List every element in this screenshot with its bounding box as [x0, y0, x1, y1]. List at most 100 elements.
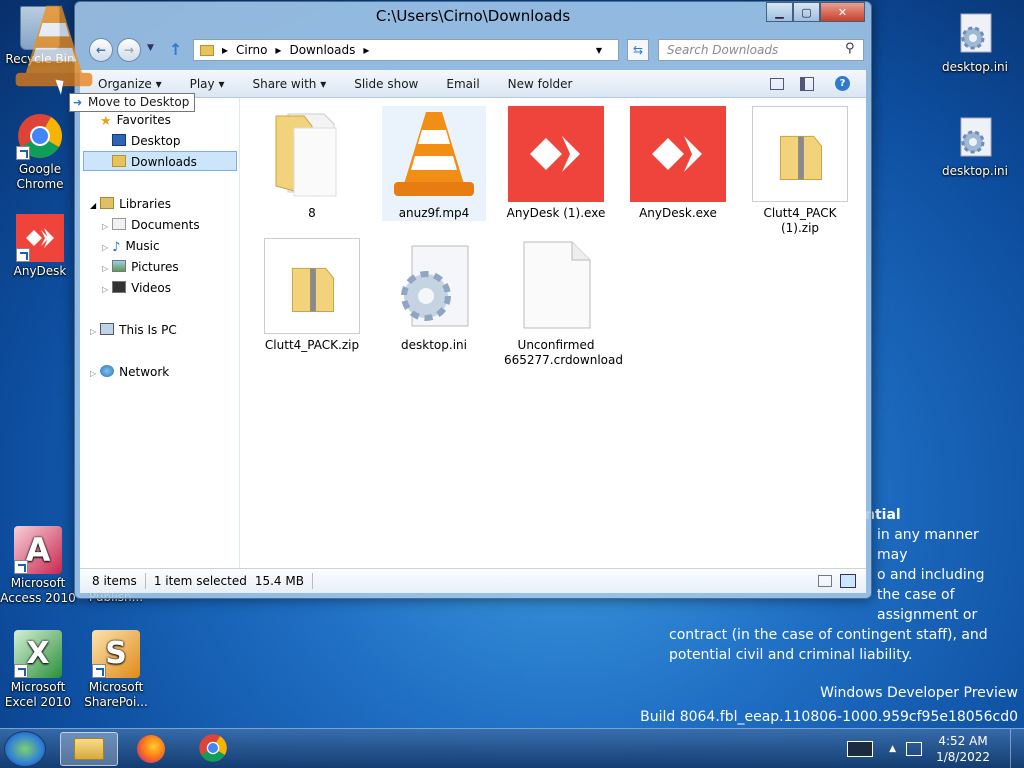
- nav-desktop[interactable]: Desktop: [112, 131, 181, 151]
- share-with-menu[interactable]: Share with ▾: [252, 77, 326, 91]
- access-icon: A: [14, 526, 62, 574]
- desktop-icon-sharepoint[interactable]: S Microsoft SharePoi...: [76, 630, 156, 710]
- settings-file-icon: [951, 114, 999, 162]
- large-icons-view-icon[interactable]: [840, 574, 856, 588]
- help-icon[interactable]: ?: [835, 76, 850, 91]
- file-item[interactable]: AnyDesk (1).exe: [504, 106, 608, 221]
- expand-arrow-icon: ▷: [102, 243, 109, 252]
- file-item[interactable]: anuz9f.mp4: [382, 106, 486, 221]
- breadcrumb-downloads[interactable]: Downloads: [289, 43, 355, 57]
- expand-arrow-icon: ▷: [102, 285, 109, 294]
- close-button[interactable]: ✕: [820, 2, 865, 22]
- nav-videos[interactable]: ▷ Videos: [102, 278, 171, 298]
- nav-label: Documents: [131, 218, 200, 232]
- shortcut-arrow-icon: [16, 248, 30, 262]
- clock[interactable]: 4:52 AM 1/8/2022: [936, 733, 990, 765]
- taskbar-explorer[interactable]: [60, 732, 118, 766]
- libraries-icon: [100, 197, 115, 209]
- star-icon: ★: [100, 114, 112, 129]
- window-title: C:\Users\Cirno\Downloads: [375, 7, 571, 25]
- music-icon: ♪: [112, 240, 121, 255]
- window-controls: ▁ ▢ ✕: [766, 2, 865, 22]
- selection-size: 15.4 MB: [254, 574, 304, 588]
- network-tray-icon[interactable]: [906, 742, 923, 756]
- file-name: Clutt4_PACK (1).zip: [763, 206, 837, 235]
- nav-libraries[interactable]: ◢ Libraries: [90, 194, 171, 214]
- search-icon: ⚲: [845, 41, 855, 56]
- explorer-window[interactable]: C:\Users\Cirno\Downloads ▁ ▢ ✕ ← → ▼ ↑ ▸…: [74, 1, 872, 599]
- desktop-icon-anydesk[interactable]: AnyDesk: [0, 214, 80, 279]
- desktop-icon-chrome[interactable]: Google Chrome: [0, 112, 80, 192]
- shortcut-arrow-icon: [16, 146, 30, 160]
- anydesk-icon: [508, 106, 604, 202]
- address-bar[interactable]: ▸ Cirno ▸ Downloads ▸ ▼: [193, 39, 619, 61]
- nav-network[interactable]: ▷ Network: [90, 362, 169, 382]
- address-dropdown-icon[interactable]: ▼: [596, 46, 602, 55]
- desktop-icon-ini-2[interactable]: desktop.ini: [935, 114, 1015, 179]
- refresh-icon[interactable]: ⇆: [627, 39, 649, 61]
- chrome-icon: [16, 112, 64, 160]
- keyboard-icon[interactable]: [847, 741, 874, 757]
- file-item[interactable]: Clutt4_PACK (1).zip: [748, 106, 852, 236]
- nav-label: Network: [119, 365, 170, 379]
- recent-locations-chevron-icon[interactable]: ▼: [147, 43, 154, 53]
- view-options-icon[interactable]: [770, 77, 784, 90]
- slide-show-button[interactable]: Slide show: [354, 77, 418, 91]
- nav-downloads[interactable]: Downloads: [83, 151, 237, 171]
- file-name: desktop.ini: [401, 338, 467, 352]
- breadcrumb-separator-icon: ▸: [363, 43, 370, 57]
- taskbar-chrome[interactable]: [184, 732, 242, 766]
- forward-button[interactable]: →: [117, 38, 141, 62]
- play-menu[interactable]: Play ▾: [190, 77, 225, 91]
- expand-arrow-icon: ▷: [102, 222, 109, 231]
- nav-label: Music: [125, 239, 160, 253]
- show-hidden-icons-icon[interactable]: ▲: [889, 744, 896, 754]
- file-item[interactable]: 8: [260, 106, 364, 221]
- maximize-button[interactable]: ▢: [793, 2, 820, 22]
- clock-time: 4:52 AM: [938, 734, 988, 748]
- show-desktop-button[interactable]: [1010, 729, 1024, 768]
- desktop-icon-excel[interactable]: X Microsoft Excel 2010: [0, 630, 78, 710]
- documents-icon: [112, 218, 127, 230]
- expand-arrow-icon: ▷: [102, 264, 109, 273]
- file-name: Clutt4_PACK.zip: [264, 338, 360, 352]
- organize-menu[interactable]: Organize ▾: [98, 77, 162, 91]
- email-button[interactable]: Email: [446, 77, 479, 91]
- videos-icon: [112, 281, 127, 293]
- pictures-icon: [112, 260, 127, 272]
- minimize-button[interactable]: ▁: [766, 2, 793, 22]
- breadcrumb-separator-icon: ▸: [275, 43, 282, 57]
- desktop-icon-label: desktop.ini: [942, 60, 1008, 74]
- file-item[interactable]: Clutt4_PACK.zip: [260, 238, 364, 353]
- system-tray: ▲ 4:52 AM 1/8/2022: [847, 729, 1024, 768]
- notice-line: contract (in the case of contingent staf…: [669, 627, 988, 643]
- nav-pictures[interactable]: ▷ Pictures: [102, 257, 179, 277]
- downloads-folder-icon: [112, 155, 126, 167]
- desktop-icon-label: Google Chrome: [16, 162, 64, 191]
- taskbar-firefox[interactable]: [122, 732, 180, 766]
- clock-date: 1/8/2022: [936, 750, 990, 764]
- file-item[interactable]: desktop.ini: [382, 238, 486, 353]
- nav-label: Downloads: [131, 155, 197, 169]
- preview-pane-icon[interactable]: [800, 76, 814, 91]
- new-folder-button[interactable]: New folder: [508, 77, 573, 91]
- nav-documents[interactable]: ▷ Documents: [102, 215, 200, 235]
- start-button[interactable]: [4, 731, 46, 767]
- desktop-icon-access[interactable]: A Microsoft Access 2010: [0, 526, 78, 606]
- desktop-icon-ini-1[interactable]: desktop.ini: [935, 10, 1015, 75]
- file-item[interactable]: Unconfirmed 665277.crdownload: [504, 238, 623, 368]
- firefox-icon: [137, 735, 165, 763]
- nav-favorites[interactable]: ★ Favorites: [100, 110, 171, 130]
- nav-music[interactable]: ▷ ♪ Music: [102, 236, 160, 256]
- taskbar: ▲ 4:52 AM 1/8/2022: [0, 728, 1024, 768]
- up-arrow-icon[interactable]: ↑: [169, 40, 182, 59]
- breadcrumb-cirno[interactable]: Cirno: [236, 43, 267, 57]
- desktop-icon-label: AnyDesk: [13, 264, 67, 278]
- search-input[interactable]: Search Downloads: [658, 39, 864, 61]
- nav-this-pc[interactable]: ▷ This Is PC: [90, 320, 177, 340]
- file-item[interactable]: AnyDesk.exe: [626, 106, 730, 221]
- zip-folder-icon: [264, 238, 360, 334]
- folder-icon: [264, 106, 360, 202]
- desktop-icon-label: desktop.ini: [942, 164, 1008, 178]
- details-view-icon[interactable]: [818, 575, 832, 587]
